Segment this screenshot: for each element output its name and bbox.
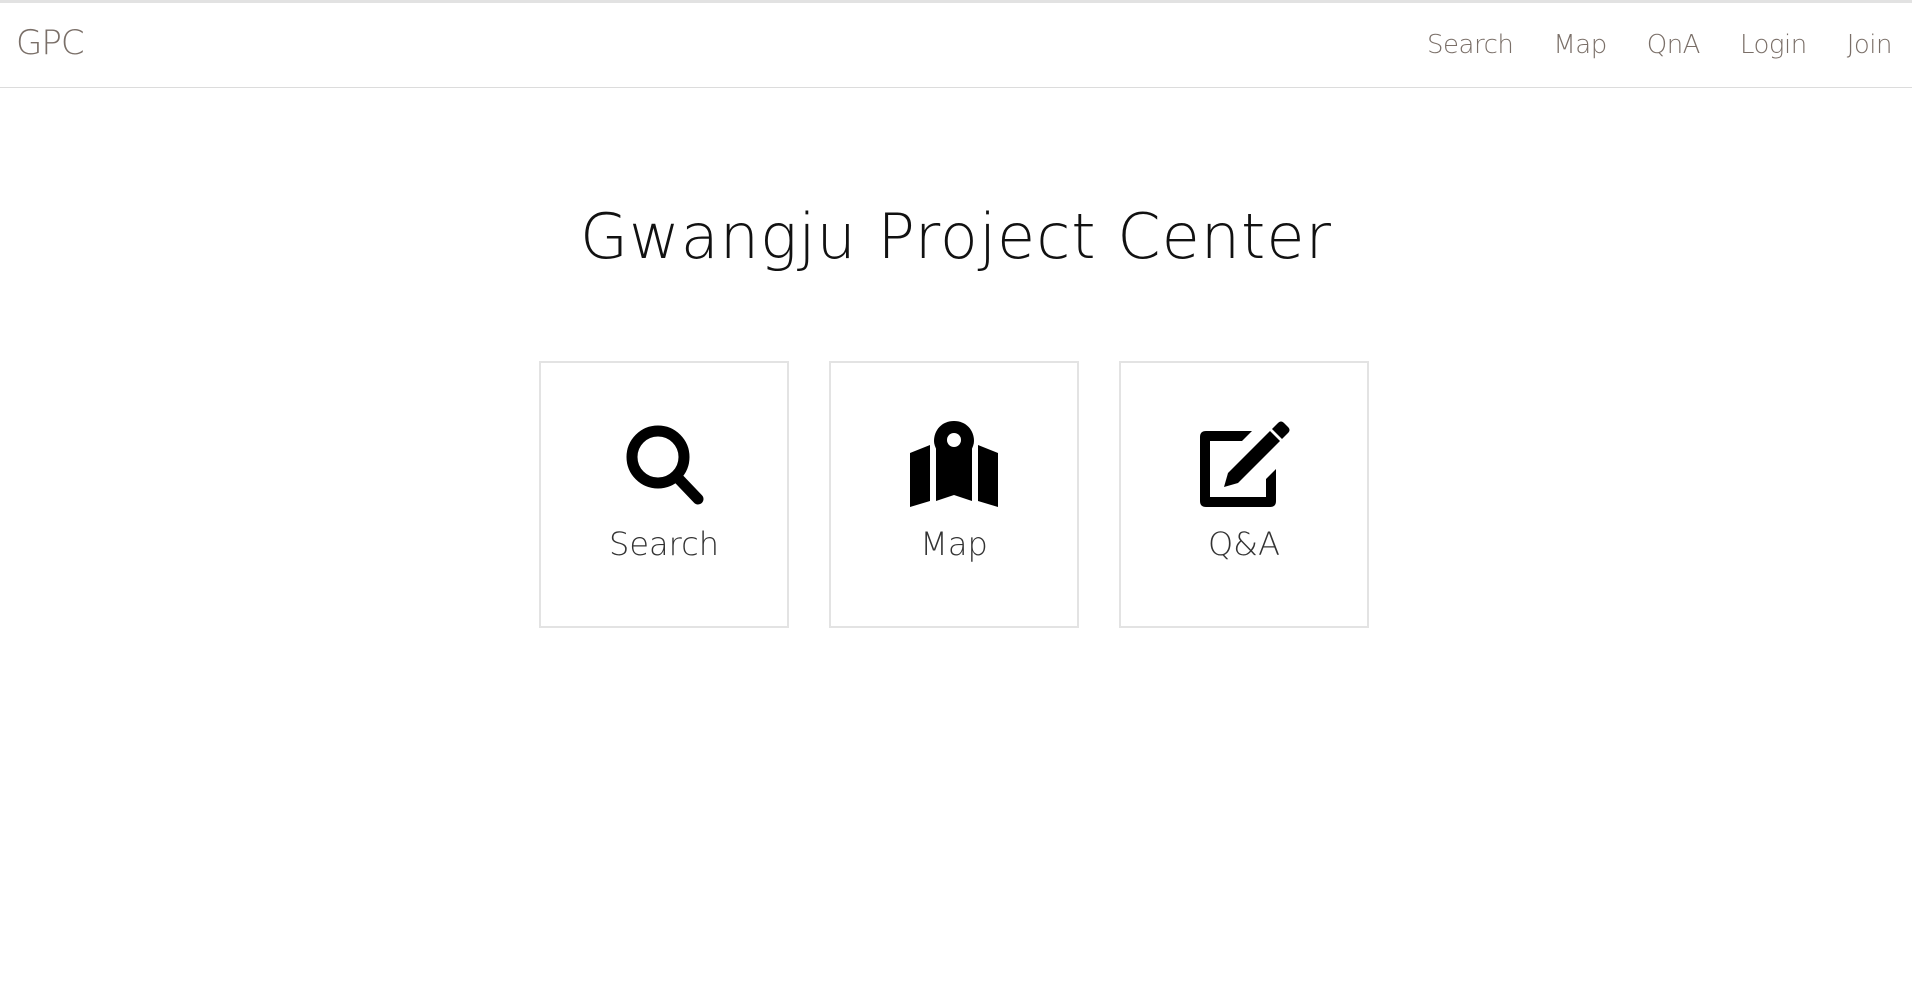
brand-logo[interactable]: GPC — [16, 23, 85, 63]
search-card-label: Search — [609, 525, 719, 563]
search-icon — [618, 421, 710, 507]
navbar: GPC Search Map QnA Login Join — [0, 3, 1912, 88]
edit-icon — [1198, 421, 1290, 507]
qna-card[interactable]: Q&A — [1119, 361, 1369, 628]
nav-search-link[interactable]: Search — [1427, 30, 1514, 60]
nav-login-link[interactable]: Login — [1740, 30, 1807, 60]
nav-map-link[interactable]: Map — [1553, 30, 1607, 60]
qna-card-label: Q&A — [1207, 525, 1281, 563]
nav-qna-link[interactable]: QnA — [1647, 30, 1701, 60]
map-card-label: Map — [920, 525, 988, 563]
page-title: Gwangju Project Center — [580, 200, 1332, 273]
map-marker-icon — [908, 421, 1000, 507]
search-card[interactable]: Search — [539, 361, 789, 628]
nav-join-link[interactable]: Join — [1847, 30, 1893, 60]
map-card[interactable]: Map — [829, 361, 1079, 628]
feature-cards: Search Map Q&A — [539, 361, 1369, 628]
nav-menu: Search Map QnA Login Join — [1387, 30, 1892, 60]
